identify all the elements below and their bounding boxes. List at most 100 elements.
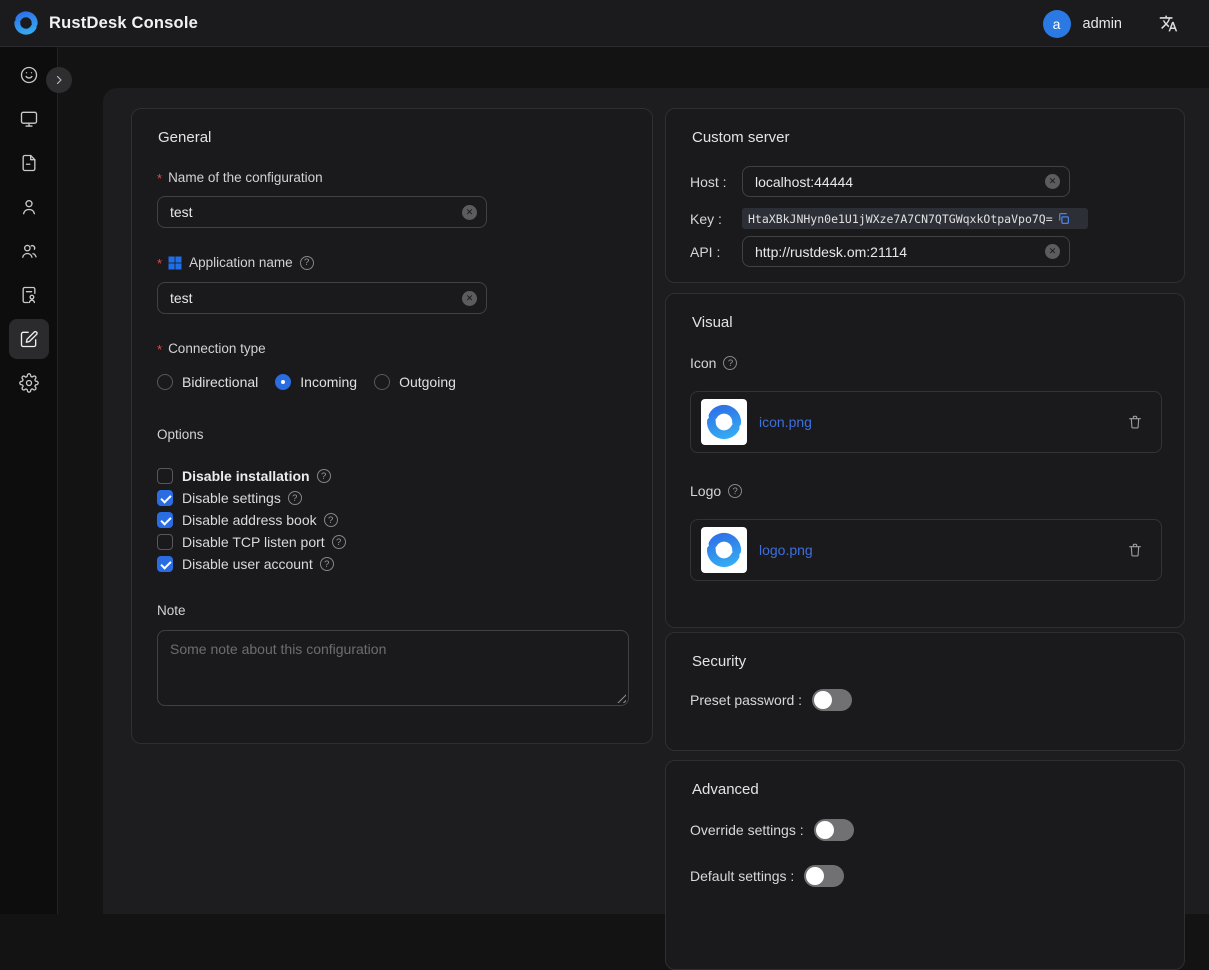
- logo-thumbnail[interactable]: [701, 527, 747, 573]
- document-icon: [19, 153, 39, 173]
- checkbox-box[interactable]: [157, 556, 173, 572]
- key-row: Key : HtaXBkJNHyn0e1U1jWXze7A7CN7QTGWqxk…: [690, 208, 1088, 229]
- checkbox-disable-user-account[interactable]: Disable user account ?: [157, 553, 346, 575]
- sidebar: [0, 47, 58, 914]
- logo-filename-link[interactable]: logo.png: [759, 542, 813, 558]
- key-label: Key :: [690, 211, 742, 227]
- trash-icon[interactable]: [1127, 414, 1143, 430]
- preset-password-label: Preset password :: [690, 692, 802, 708]
- icon-label: Icon ?: [690, 355, 737, 371]
- copy-icon[interactable]: [1057, 212, 1070, 225]
- checkbox-disable-tcp-listen-port[interactable]: Disable TCP listen port ?: [157, 531, 346, 553]
- app-name-label: * Application name ?: [157, 255, 314, 270]
- default-settings-label: Default settings :: [690, 868, 794, 884]
- api-row: API : ✕: [690, 236, 1070, 267]
- icon-thumbnail[interactable]: [701, 399, 747, 445]
- config-name-input-wrap: ✕: [157, 196, 487, 228]
- icon-filename-link[interactable]: icon.png: [759, 414, 812, 430]
- note-textarea-wrap: [157, 630, 629, 706]
- radio-circle[interactable]: [374, 374, 390, 390]
- sidebar-item-overview[interactable]: [9, 55, 49, 95]
- sidebar-collapse-button[interactable]: [46, 67, 72, 93]
- clear-icon[interactable]: ✕: [462, 205, 477, 220]
- app-title: RustDesk Console: [49, 14, 198, 33]
- help-icon: ?: [728, 484, 742, 498]
- visual-card-title: Visual: [692, 314, 733, 331]
- custom-server-title: Custom server: [692, 129, 790, 146]
- radio-bidirectional[interactable]: Bidirectional: [157, 374, 258, 390]
- radio-outgoing[interactable]: Outgoing: [374, 374, 456, 390]
- connection-type-label: * Connection type: [157, 341, 266, 356]
- custom-server-card: Custom server Host : ✕ Key : HtaXBkJNHyn…: [665, 108, 1185, 283]
- note-textarea[interactable]: [158, 631, 628, 705]
- sidebar-item-groups[interactable]: [9, 231, 49, 271]
- advanced-card-title: Advanced: [692, 781, 759, 798]
- sidebar-item-configurations[interactable]: [9, 319, 49, 359]
- user-name[interactable]: admin: [1083, 16, 1123, 32]
- help-icon: ?: [288, 491, 302, 505]
- checkbox-box[interactable]: [157, 512, 173, 528]
- checkbox-box[interactable]: [157, 490, 173, 506]
- radio-circle[interactable]: [275, 374, 291, 390]
- security-card-title: Security: [692, 653, 746, 670]
- radio-incoming[interactable]: Incoming: [275, 374, 357, 390]
- required-asterisk: *: [157, 171, 162, 186]
- api-label: API :: [690, 244, 742, 260]
- override-settings-toggle[interactable]: [814, 819, 854, 841]
- sidebar-item-users[interactable]: [9, 187, 49, 227]
- host-row: Host : ✕: [690, 166, 1070, 197]
- host-input-wrap: ✕: [742, 166, 1070, 197]
- logo-upload-row: logo.png: [690, 519, 1162, 581]
- security-card: Security Preset password :: [665, 632, 1185, 751]
- sidebar-item-settings[interactable]: [9, 363, 49, 403]
- checkbox-disable-installation[interactable]: Disable installation ?: [157, 465, 346, 487]
- radio-circle[interactable]: [157, 374, 173, 390]
- app-name-input[interactable]: [158, 290, 486, 306]
- logo-label: Logo ?: [690, 483, 742, 499]
- api-input[interactable]: [743, 244, 1069, 260]
- smile-icon: [19, 65, 39, 85]
- help-icon: ?: [320, 557, 334, 571]
- help-icon: ?: [317, 469, 331, 483]
- host-input[interactable]: [743, 174, 1069, 190]
- sidebar-item-audit[interactable]: [9, 275, 49, 315]
- help-icon: ?: [332, 535, 346, 549]
- override-settings-label: Override settings :: [690, 822, 804, 838]
- trash-icon[interactable]: [1127, 542, 1143, 558]
- clear-icon[interactable]: ✕: [1045, 174, 1060, 189]
- clear-icon[interactable]: ✕: [1045, 244, 1060, 259]
- api-input-wrap: ✕: [742, 236, 1070, 267]
- general-card: General * Name of the configuration ✕ * …: [131, 108, 653, 744]
- avatar[interactable]: a: [1043, 10, 1071, 38]
- checkbox-disable-address-book[interactable]: Disable address book ?: [157, 509, 346, 531]
- sidebar-item-documents[interactable]: [9, 143, 49, 183]
- rustdesk-logo-icon: [13, 10, 39, 36]
- audit-log-icon: [19, 285, 39, 305]
- checkbox-disable-settings[interactable]: Disable settings ?: [157, 487, 346, 509]
- chevron-right-icon: [53, 74, 65, 86]
- help-icon: ?: [324, 513, 338, 527]
- brand: RustDesk Console: [13, 10, 198, 36]
- help-icon: ?: [723, 356, 737, 370]
- required-asterisk: *: [157, 256, 162, 271]
- required-asterisk: *: [157, 342, 162, 357]
- host-label: Host :: [690, 174, 742, 190]
- user-icon: [19, 197, 39, 217]
- edit-icon: [19, 329, 39, 349]
- rustdesk-logo-icon: [705, 403, 743, 441]
- sidebar-item-devices[interactable]: [9, 99, 49, 139]
- advanced-card: Advanced Override settings : Default set…: [665, 760, 1185, 970]
- connection-type-radio-group: Bidirectional Incoming Outgoing: [157, 374, 456, 390]
- visual-card: Visual Icon ? icon.png Logo ? logo.png: [665, 293, 1185, 628]
- clear-icon[interactable]: ✕: [462, 291, 477, 306]
- default-settings-toggle[interactable]: [804, 865, 844, 887]
- settings-icon: [19, 373, 39, 393]
- translate-icon[interactable]: [1159, 14, 1178, 33]
- preset-password-toggle[interactable]: [812, 689, 852, 711]
- monitor-icon: [19, 109, 39, 129]
- checkbox-box[interactable]: [157, 534, 173, 550]
- users-icon: [19, 241, 39, 261]
- options-label: Options: [157, 427, 204, 442]
- checkbox-box[interactable]: [157, 468, 173, 484]
- config-name-input[interactable]: [158, 204, 486, 220]
